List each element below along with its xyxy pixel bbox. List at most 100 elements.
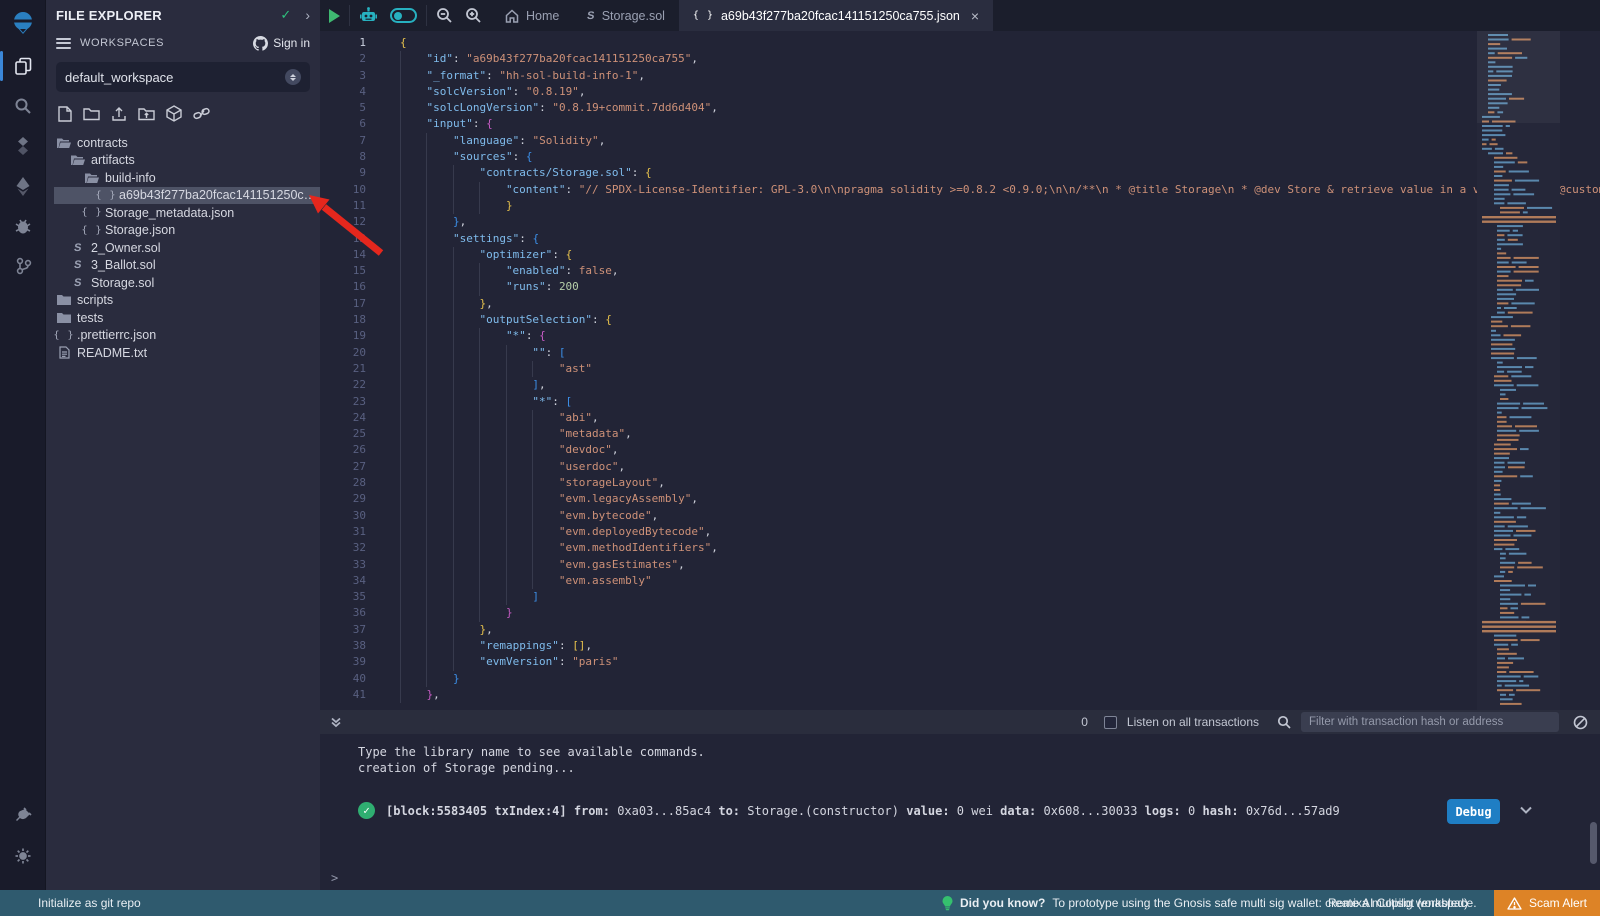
tree-item-storage-json[interactable]: { }Storage.json (46, 222, 320, 240)
transaction-filter-input[interactable] (1301, 712, 1559, 732)
terminal-panel: 0 Listen on all transactions Type the li… (320, 710, 1600, 890)
folder-open-icon (70, 154, 86, 166)
new-folder-icon[interactable] (83, 106, 100, 121)
git-init-status[interactable]: Initialize as git repo (0, 896, 141, 910)
tree-item-readme-txt[interactable]: README.txt (46, 344, 320, 362)
tree-item--prettierrc-json[interactable]: { }.prettierrc.json (46, 327, 320, 345)
activity-bar (0, 0, 46, 890)
line-number: 16 (320, 279, 366, 295)
tab-label: a69b43f277ba20fcac141151250ca755.json (721, 9, 960, 23)
folder-icon (56, 312, 72, 324)
tree-item-label: .prettierrc.json (77, 328, 156, 342)
code-line: }, (400, 687, 1600, 703)
minimap[interactable] (1477, 31, 1560, 710)
terminal-prompt: > (331, 870, 338, 886)
clear-console-icon[interactable] (1573, 715, 1588, 730)
terminal-line: creation of Storage pending... (358, 760, 1600, 776)
code-line: } (400, 198, 1600, 214)
tree-item-2-owner-sol[interactable]: S2_Owner.sol (46, 239, 320, 257)
tree-item-label: Storage_metadata.json (105, 206, 234, 220)
tree-item-storage-sol[interactable]: SStorage.sol (46, 274, 320, 292)
code-line: { (400, 35, 1600, 51)
settings-gear-icon[interactable] (0, 836, 46, 876)
terminal-line: Type the library name to see available c… (358, 744, 1600, 760)
line-number: 20 (320, 345, 366, 361)
code-line: "": [ (400, 345, 1600, 361)
code-line: "evm.methodIdentifiers", (400, 540, 1600, 556)
code-line: "evmVersion": "paris" (400, 654, 1600, 670)
copilot-toggle[interactable] (390, 8, 417, 23)
search-icon[interactable] (0, 86, 46, 126)
deploy-run-icon[interactable] (0, 166, 46, 206)
line-number: 23 (320, 394, 366, 410)
close-tab-icon[interactable]: × (971, 8, 979, 24)
warning-triangle-icon (1507, 897, 1522, 910)
link-icon[interactable] (193, 106, 210, 121)
minimap-slider[interactable] (1477, 31, 1560, 123)
remix-logo-icon[interactable] (0, 0, 46, 46)
json-icon: { } (84, 225, 100, 236)
tree-item-artifacts[interactable]: artifacts (46, 152, 320, 170)
zoom-out-icon[interactable] (436, 7, 453, 24)
tx-expand-chevron-icon[interactable] (1518, 802, 1534, 822)
workspaces-menu-icon[interactable] (56, 35, 71, 51)
git-icon[interactable] (0, 246, 46, 286)
code-editor[interactable]: 1234567891011121314151617181920212223242… (320, 31, 1600, 710)
tree-item-label: Storage.sol (91, 276, 154, 290)
debugger-icon[interactable] (0, 206, 46, 246)
chevron-right-icon[interactable]: › (305, 7, 310, 23)
zoom-in-icon[interactable] (465, 7, 482, 24)
sign-in-button[interactable]: Sign in (253, 36, 310, 51)
ai-copilot-robot-icon[interactable] (359, 6, 378, 25)
code-line: "metadata", (400, 426, 1600, 442)
terminal-scrollbar[interactable] (1590, 822, 1597, 864)
line-number: 41 (320, 687, 366, 703)
json-icon: { } (98, 190, 114, 201)
tree-item-3-ballot-sol[interactable]: S3_Ballot.sol (46, 257, 320, 275)
tree-item-label: tests (77, 311, 103, 325)
code-content[interactable]: {"id": "a69b43f277ba20fcac141151250ca755… (382, 31, 1600, 710)
line-number: 19 (320, 328, 366, 344)
cube-icon[interactable] (166, 105, 182, 122)
tab-storage-sol[interactable]: S Storage.sol (573, 0, 679, 31)
tab-label: Storage.sol (602, 9, 665, 23)
line-number: 37 (320, 622, 366, 638)
tab-home[interactable]: Home (491, 0, 573, 31)
line-number: 9 (320, 165, 366, 181)
folder-icon (56, 294, 72, 306)
tx-summary: [block:5583405 txIndex:4] from: 0xa03...… (386, 803, 1340, 819)
upload-folder-icon[interactable] (138, 106, 155, 121)
run-script-play-button[interactable] (329, 9, 340, 23)
line-number: 2 (320, 51, 366, 67)
tree-item-storage-metadata-json[interactable]: { }Storage_metadata.json (46, 204, 320, 222)
new-file-icon[interactable] (58, 106, 72, 122)
tree-item-contracts[interactable]: contracts (46, 134, 320, 152)
code-line: "content": "// SPDX-License-Identifier: … (400, 182, 1600, 198)
listen-all-checkbox[interactable] (1104, 716, 1117, 729)
code-line: "evm.gasEstimates", (400, 557, 1600, 573)
code-line: } (400, 671, 1600, 687)
tree-item-scripts[interactable]: scripts (46, 292, 320, 310)
transaction-log-row[interactable]: ✓ [block:5583405 txIndex:4] from: 0xa03.… (358, 802, 1600, 819)
code-line: ] (400, 589, 1600, 605)
workspace-stepper-icon (285, 69, 301, 85)
terminal-expand-icon[interactable] (330, 716, 342, 728)
folder-open-icon (84, 172, 100, 184)
copilot-status[interactable]: RemixAI Copilot (enabled) (1328, 896, 1468, 910)
scam-alert-badge[interactable]: Scam Alert (1494, 890, 1600, 916)
line-number: 24 (320, 410, 366, 426)
line-number: 22 (320, 377, 366, 393)
solidity-compiler-icon[interactable] (0, 126, 46, 166)
debug-button[interactable]: Debug (1447, 799, 1500, 824)
tab-build-info-json[interactable]: { } a69b43f277ba20fcac141151250ca755.jso… (679, 0, 993, 31)
home-icon (505, 9, 519, 23)
tab-strip: Home S Storage.sol { } a69b43f277ba20fca… (491, 0, 993, 31)
tree-item-build-info[interactable]: build-info (46, 169, 320, 187)
file-explorer-icon[interactable] (0, 46, 46, 86)
plugin-manager-icon[interactable] (0, 796, 46, 836)
tree-item-tests[interactable]: tests (46, 309, 320, 327)
tree-item-label: scripts (77, 293, 113, 307)
terminal-output[interactable]: Type the library name to see available c… (320, 734, 1600, 890)
workspace-select[interactable]: default_workspace (56, 62, 310, 92)
upload-file-icon[interactable] (111, 106, 127, 122)
